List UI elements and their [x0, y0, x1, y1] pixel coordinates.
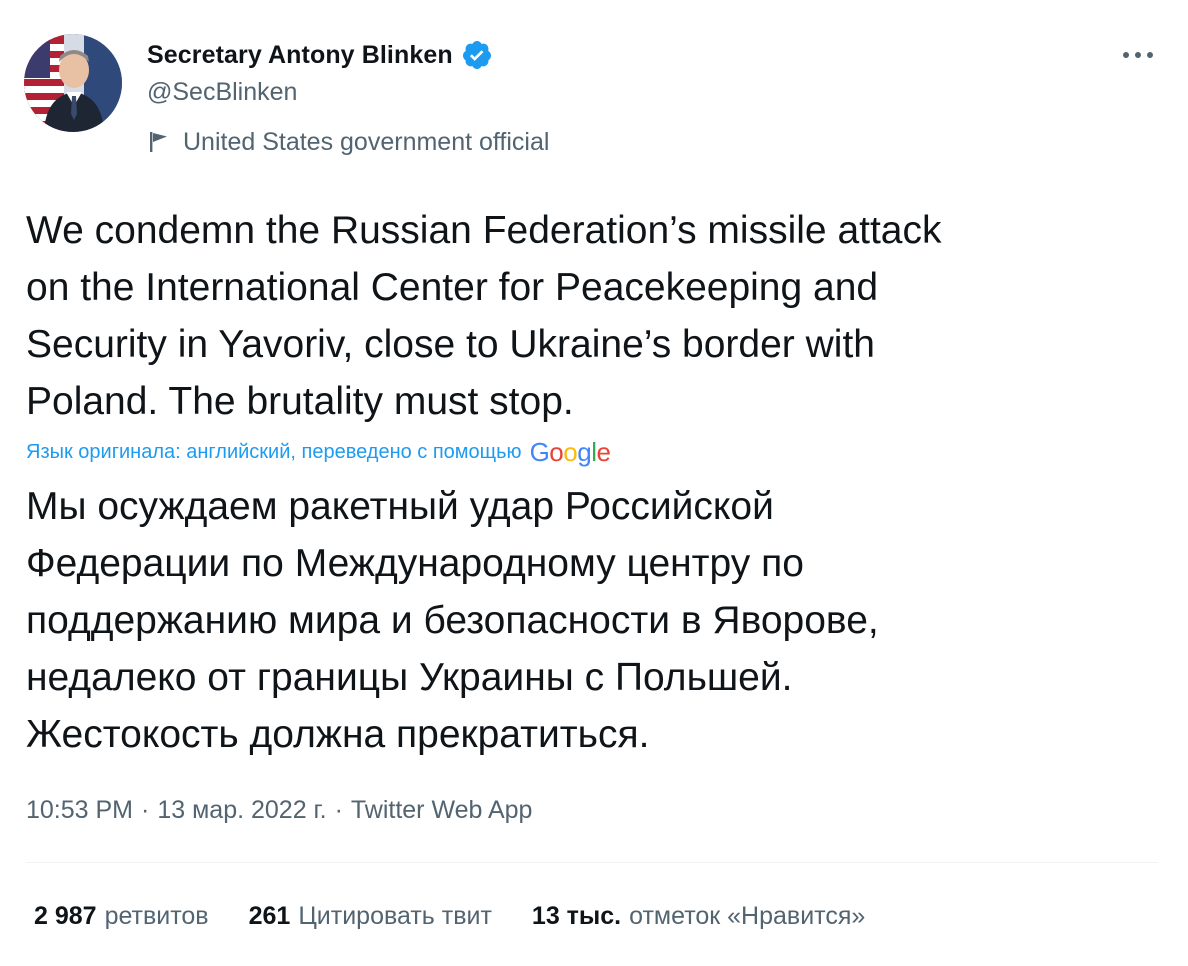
tweet-source[interactable]: Twitter Web App [351, 796, 533, 825]
retweets-label: ретвитов [104, 901, 209, 930]
retweets-stat[interactable]: 2 987 ретвитов [34, 902, 209, 931]
tweet-time[interactable]: 10:53 PM [26, 796, 133, 825]
quotes-stat[interactable]: 261 Цитировать твит [249, 902, 492, 931]
verified-badge-icon [461, 39, 493, 71]
account-label-text: United States government official [183, 127, 550, 156]
quotes-label: Цитировать твит [298, 901, 492, 930]
retweets-count: 2 987 [34, 901, 97, 930]
translation-attribution[interactable]: Язык оригинала: английский, переведено с… [26, 434, 611, 470]
likes-label: отметок «Нравится» [629, 901, 866, 930]
avatar[interactable] [24, 34, 122, 132]
google-logo: Google [529, 436, 611, 467]
tweet-meta: 10:53 PM · 13 мар. 2022 г. · Twitter Web… [26, 792, 532, 828]
translation-note[interactable]: Язык оригинала: английский, переведено с… [26, 441, 522, 464]
more-dots-icon [1120, 47, 1156, 65]
flag-icon [147, 130, 171, 154]
tweet: Secretary Antony Blinken @SecBlinken Uni… [0, 0, 1188, 966]
divider [26, 862, 1158, 863]
likes-stat[interactable]: 13 тыс. отметок «Нравится» [532, 902, 865, 931]
tweet-stats: 2 987 ретвитов 261 Цитировать твит 13 ты… [34, 896, 905, 936]
more-options-button[interactable] [1116, 38, 1160, 74]
author-display-name[interactable]: Secretary Antony Blinken [147, 41, 453, 70]
author-handle[interactable]: @SecBlinken [147, 78, 297, 107]
account-label: United States government official [147, 126, 549, 158]
meta-separator: · [141, 795, 150, 824]
translated-text: Мы осуждаем ракетный удар Российской Фед… [26, 485, 879, 756]
likes-count: 13 тыс. [531, 901, 622, 930]
tweet-text: We condemn the Russian Federation’s miss… [26, 209, 942, 423]
tweet-date[interactable]: 13 мар. 2022 г. [157, 796, 326, 825]
author-name-row[interactable]: Secretary Antony Blinken [147, 38, 493, 72]
quotes-count: 261 [248, 901, 291, 930]
meta-separator: · [334, 795, 343, 824]
